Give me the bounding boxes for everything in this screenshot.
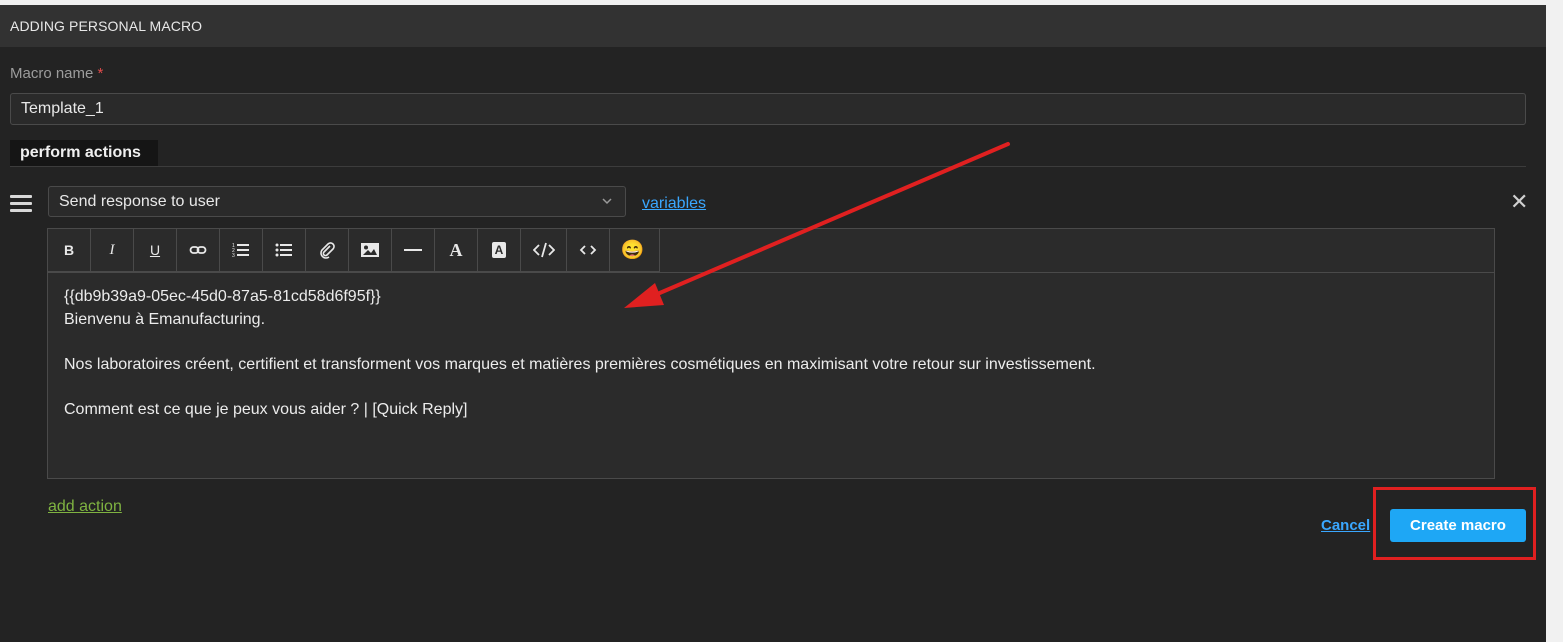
close-icon[interactable]: ✕ [1510,191,1528,213]
response-editor[interactable]: B I U 123 A A 😄 {{db9b39a9-05ec-45d0-87a… [47,228,1495,479]
action-type-select[interactable]: Send response to user [48,186,626,217]
paperclip-icon[interactable] [306,229,349,271]
cancel-link[interactable]: Cancel [1321,517,1370,534]
editor-line-description: Nos laboratoires créent, certifient et t… [64,356,1096,373]
inline-code-icon[interactable] [567,229,610,271]
macro-dialog: ADDING PERSONAL MACRO Macro name * Templ… [0,5,1546,642]
background-color-button[interactable]: A [478,229,521,271]
chevron-down-icon [601,187,613,227]
macro-name-input[interactable]: Template_1 [10,93,1526,125]
macro-name-label-text: Macro name [10,65,94,82]
font-color-button[interactable]: A [435,229,478,271]
underline-button[interactable]: U [134,229,177,271]
editor-toolbar: B I U 123 A A 😄 [48,229,660,272]
italic-button[interactable]: I [91,229,134,271]
required-mark: * [97,65,104,82]
add-action-link[interactable]: add action [48,498,122,516]
macro-name-label: Macro name * [10,65,103,82]
variables-link[interactable]: variables [642,195,706,213]
svg-text:3: 3 [232,253,235,259]
action-type-value: Send response to user [59,193,220,210]
drag-handle-icon[interactable] [10,195,32,213]
link-icon[interactable] [177,229,220,271]
editor-line-question: Comment est ce que je peux vous aider ? … [64,401,468,418]
ordered-list-icon[interactable]: 123 [220,229,263,271]
tab-perform-actions[interactable]: perform actions [10,140,158,166]
bold-button[interactable]: B [48,229,91,271]
tab-divider [10,166,1526,167]
annotation-highlight-box [1373,487,1536,560]
editor-line-welcome: Bienvenu à Emanufacturing. [64,311,266,328]
emoji-icon[interactable]: 😄 [610,229,655,271]
editor-content[interactable]: {{db9b39a9-05ec-45d0-87a5-81cd58d6f95f}}… [64,285,1484,421]
toolbar-divider [48,272,1494,273]
horizontal-rule-icon[interactable] [392,229,435,271]
image-icon[interactable] [349,229,392,271]
editor-line-variable: {{db9b39a9-05ec-45d0-87a5-81cd58d6f95f}} [64,288,381,305]
unordered-list-icon[interactable] [263,229,306,271]
right-edge [1546,0,1563,642]
code-block-icon[interactable] [521,229,567,271]
dialog-title: ADDING PERSONAL MACRO [0,5,1546,47]
